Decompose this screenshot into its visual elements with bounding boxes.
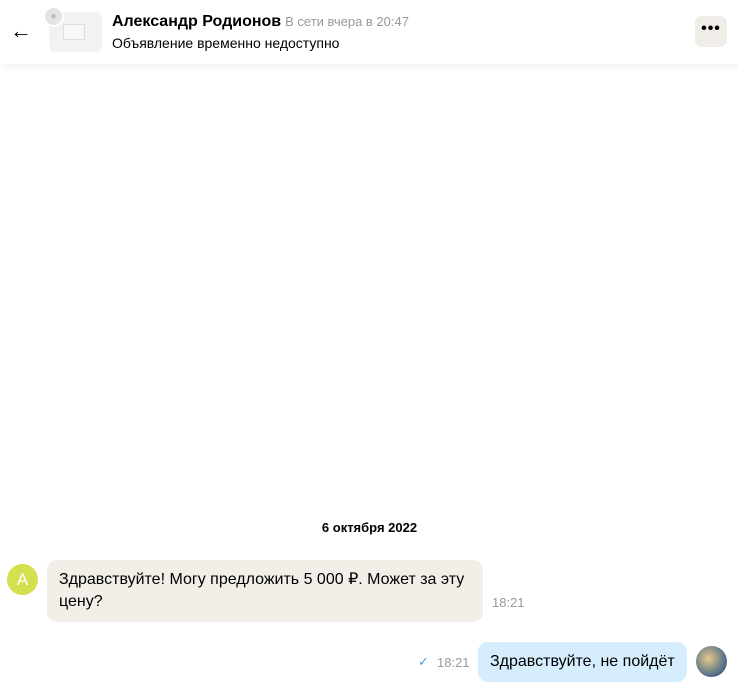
back-arrow-icon[interactable]: ← bbox=[10, 20, 32, 42]
my-avatar[interactable] bbox=[696, 646, 727, 677]
check-icon: ✓ bbox=[418, 654, 429, 669]
message-time: 18:21 bbox=[437, 655, 470, 670]
image-placeholder-icon bbox=[63, 24, 85, 40]
date-separator: 6 октября 2022 bbox=[321, 520, 418, 535]
sender-avatar[interactable]: A bbox=[7, 564, 38, 595]
listing-status[interactable]: Объявление временно недоступно bbox=[112, 35, 339, 51]
outgoing-message: Здравствуйте, не пойдёт bbox=[478, 642, 687, 682]
incoming-message: Здравствуйте! Могу предложить 5 000 ₽. М… bbox=[47, 560, 483, 622]
online-status: В сети вчера в 20:47 bbox=[285, 14, 409, 29]
user-avatar-icon: ● bbox=[43, 6, 64, 27]
message-time: 18:21 bbox=[492, 595, 525, 610]
more-options-button[interactable]: ••• bbox=[695, 16, 727, 47]
chat-header: ← ● Александр Родионов В сети вчера в 20:… bbox=[0, 0, 739, 64]
contact-name[interactable]: Александр Родионов В сети вчера в 20:47 bbox=[112, 13, 409, 31]
